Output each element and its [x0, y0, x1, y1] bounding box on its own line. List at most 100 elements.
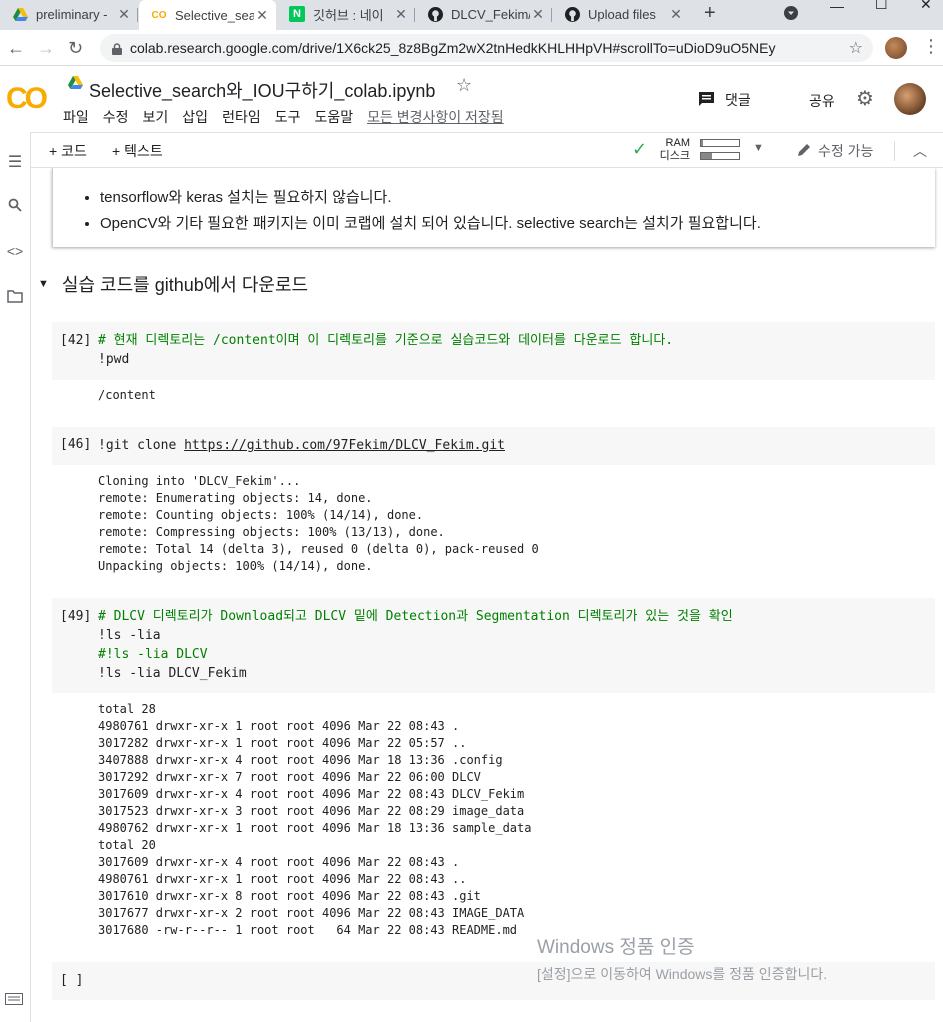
resource-labels[interactable]: RAM 디스크 [656, 137, 690, 163]
code-editor[interactable]: !git clone https://github.com/97Fekim/DL… [98, 436, 505, 455]
cell-output: Cloning into 'DLCV_Fekim'... remote: Enu… [98, 474, 539, 573]
cell-execution-count: [49] [60, 609, 92, 624]
naver-icon: N [289, 6, 305, 22]
tab-label: Upload files [588, 6, 656, 22]
repo-link[interactable]: https://github.com/97Fekim/DLCV_Fekim.gi… [184, 438, 505, 453]
tab-dlcv-fekim[interactable]: DLCV_Fekim/ ✕ [415, 0, 552, 28]
code-editor[interactable]: # 현재 디렉토리는 /content이며 이 디렉토리를 기준으로 실습코드와… [98, 331, 673, 369]
notebook-toolbar: + 코드 + 텍스트 ✓ RAM 디스크 ▼ 수정 가능 ︿ [31, 132, 943, 168]
close-window-icon[interactable]: ✕ [920, 0, 932, 13]
ram-label: RAM [665, 137, 690, 149]
menu-edit[interactable]: 수정 [103, 107, 129, 127]
folder-icon[interactable] [5, 290, 25, 308]
check-icon: ✓ [632, 139, 648, 159]
comment-button[interactable]: 댓글 [698, 90, 751, 110]
close-icon[interactable]: ✕ [254, 7, 270, 24]
menu-help[interactable]: 도움말 [314, 107, 353, 127]
text-cell[interactable]: tensorflow와 keras 설치는 필요하지 않습니다. OpenCV와… [52, 168, 935, 247]
cell-output: /content [98, 388, 156, 402]
list-item: tensorflow와 keras 설치는 필요하지 않습니다. [100, 188, 761, 207]
tab-label: Selective_sear [175, 7, 254, 23]
save-status-link[interactable]: 모든 변경사항이 저장됨 [367, 107, 504, 127]
code-cell[interactable]: [49] # DLCV 디렉토리가 Download되고 DLCV 밑에 Det… [52, 598, 935, 693]
tab-preliminary[interactable]: preliminary - ✕ [0, 0, 138, 28]
add-code-button[interactable]: + 코드 [49, 141, 87, 161]
maximize-icon[interactable]: ☐ [875, 0, 888, 13]
terminal-icon[interactable] [5, 992, 23, 1008]
new-tab-button[interactable]: + [704, 2, 716, 25]
profile-avatar[interactable] [885, 37, 907, 59]
cell-execution-count: [42] [60, 333, 92, 348]
tab-naver[interactable]: N 깃허브 : 네이 ✕ [277, 0, 415, 28]
drive-icon [12, 6, 28, 22]
gear-icon[interactable]: ⚙ [856, 86, 874, 111]
avatar[interactable] [894, 83, 926, 115]
close-icon[interactable]: ✕ [530, 6, 546, 23]
github-icon [564, 6, 580, 22]
tab-label: 깃허브 : 네이 [313, 7, 384, 23]
cell-output: total 28 4980761 drwxr-xr-x 1 root root … [98, 702, 532, 937]
chevron-up-icon[interactable]: ︿ [913, 141, 927, 161]
code-cell[interactable]: [42] # 현재 디렉토리는 /content이며 이 디렉토리를 기준으로 … [52, 322, 935, 380]
menu-bar: 파일 수정 보기 삽입 런타임 도구 도움말 모든 변경사항이 저장됨 [63, 107, 518, 127]
watermark-title: Windows 정품 인증 [537, 937, 695, 958]
menu-insert[interactable]: 삽입 [182, 107, 208, 127]
menu-runtime[interactable]: 런타임 [222, 107, 261, 127]
toc-icon[interactable]: ☰ [5, 152, 25, 172]
menu-tools[interactable]: 도구 [275, 107, 301, 127]
edit-mode-button[interactable]: 수정 가능 [796, 141, 873, 161]
browser-tab-bar: preliminary - ✕ CO Selective_sear ✕ N 깃허… [0, 0, 943, 30]
forward-icon[interactable]: → [37, 38, 55, 59]
section-title: 실습 코드를 github에서 다운로드 [61, 275, 309, 295]
tab-label: preliminary - [36, 6, 108, 22]
watermark-subtitle: [설정]으로 이동하여 Windows를 정품 인증합니다. [537, 966, 828, 982]
tab-upload-files[interactable]: Upload files ✕ [552, 0, 690, 28]
url-text: colab.research.google.com/drive/1X6ck25_… [130, 40, 776, 56]
menu-view[interactable]: 보기 [143, 107, 169, 127]
add-text-button[interactable]: + 텍스트 [112, 141, 163, 161]
star-icon[interactable]: ☆ [456, 75, 472, 96]
ram-usage-bar [700, 139, 740, 147]
lock-icon [112, 42, 122, 55]
search-icon[interactable] [5, 198, 25, 217]
tab-selective-search[interactable]: CO Selective_sear ✕ [139, 0, 276, 30]
disk-label: 디스크 [659, 150, 690, 162]
menu-file[interactable]: 파일 [63, 107, 89, 127]
browser-menu-icon[interactable]: ⋮ [922, 36, 940, 57]
collapse-triangle-icon[interactable]: ▼ [38, 278, 49, 290]
left-sidebar: ☰ <> [0, 132, 31, 1022]
drive-icon [68, 76, 83, 90]
notebook-content: tensorflow와 keras 설치는 필요하지 않습니다. OpenCV와… [31, 168, 943, 1022]
back-icon[interactable]: ← [7, 38, 25, 59]
colab-logo[interactable]: CO [6, 82, 48, 116]
comment-icon [698, 91, 715, 110]
list-item: OpenCV와 기타 필요한 패키지는 이미 코랩에 설치 되어 있습니다. s… [100, 214, 761, 233]
code-editor[interactable]: # DLCV 디렉토리가 Download되고 DLCV 밑에 Detectio… [98, 607, 733, 683]
cell-execution-count: [ ] [60, 973, 84, 988]
reload-icon[interactable]: ↻ [68, 38, 83, 59]
close-icon[interactable]: ✕ [668, 6, 684, 23]
disk-usage-bar [700, 152, 740, 160]
pencil-icon [796, 142, 812, 161]
github-icon [427, 6, 443, 22]
bookmark-star-icon[interactable]: ☆ [849, 38, 863, 58]
tab-label: DLCV_Fekim/ [451, 6, 530, 22]
chevron-down-icon[interactable]: ▼ [753, 142, 764, 154]
cell-execution-count: [46] [60, 437, 92, 452]
minimize-icon[interactable]: — [830, 0, 844, 14]
windows-activation-watermark: Windows 정품 인증 [설정]으로 이동하여 Windows를 정품 인증… [537, 932, 827, 984]
comment-label: 댓글 [725, 92, 751, 108]
colab-icon: CO [151, 9, 167, 21]
share-button[interactable]: 공유 [809, 91, 835, 111]
tab-search-icon[interactable] [783, 5, 799, 24]
colab-header: CO Selective_search와_IOU구하기_colab.ipynb … [0, 66, 943, 132]
address-bar-row: ← → ↻ colab.research.google.com/drive/1X… [0, 30, 943, 66]
edit-mode-label: 수정 가능 [818, 143, 874, 159]
code-cell[interactable]: [46] !git clone https://github.com/97Fek… [52, 427, 935, 465]
notebook-title[interactable]: Selective_search와_IOU구하기_colab.ipynb [89, 77, 435, 103]
section-heading[interactable]: ▼ 실습 코드를 github에서 다운로드 [38, 271, 308, 297]
url-input[interactable]: colab.research.google.com/drive/1X6ck25_… [100, 34, 873, 62]
code-snippets-icon[interactable]: <> [5, 243, 25, 259]
close-icon[interactable]: ✕ [116, 6, 132, 23]
close-icon[interactable]: ✕ [393, 6, 409, 23]
